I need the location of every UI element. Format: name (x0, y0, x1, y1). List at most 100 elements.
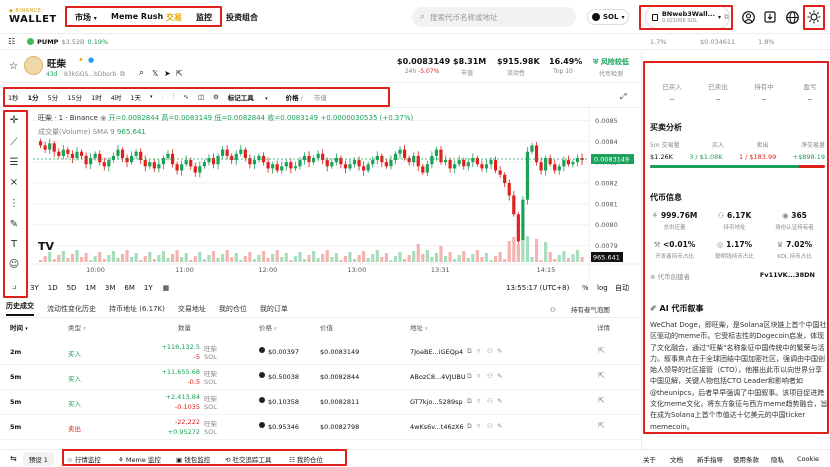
interval-1d[interactable]: 1天 (130, 92, 141, 102)
users-icon[interactable]: ⚇ (487, 372, 493, 380)
tab-trade-history[interactable]: 历史成交 (6, 301, 34, 316)
tab-my-orders[interactable]: 我的订单 (260, 304, 288, 314)
tradingview-logo[interactable]: TV (38, 240, 54, 253)
risk-check[interactable]: ⛨ 风险较低 代币检测 (589, 57, 633, 78)
copy-icon[interactable]: ⧉ (467, 347, 472, 356)
log-toggle[interactable]: log (597, 284, 608, 292)
external-link-icon[interactable]: ⇱ (598, 371, 605, 380)
tab-holders[interactable]: 持币地址 (6.17K) (109, 304, 165, 314)
token-address[interactable]: 83kGGS...bDborb (64, 71, 116, 78)
copy-icon[interactable]: ⧉ (467, 372, 472, 381)
footer-privacy[interactable]: 隐私 (771, 454, 784, 464)
globe-icon[interactable] (784, 9, 800, 25)
edit-icon[interactable]: ✎ (497, 347, 502, 355)
price-mcap-toggle[interactable]: 价格 / 市值 (286, 92, 336, 102)
nav-portfolio[interactable]: 投资组合 (226, 12, 258, 23)
users-icon[interactable]: ⚇ (487, 422, 493, 430)
nav-market[interactable]: 市场 ▾ (75, 12, 97, 23)
external-link-icon[interactable]: ⇱ (598, 396, 605, 405)
settings-icon[interactable]: ⚙ (213, 93, 219, 101)
layout-icon[interactable]: ⇆ (10, 454, 17, 463)
row-address[interactable]: 4wKs6v...t46zX6 (410, 423, 464, 431)
chevron-down-icon[interactable]: ▾ (150, 94, 153, 100)
col-address[interactable]: 地址 ▿ (410, 322, 428, 332)
tab-liquidity-history[interactable]: 流动性变化历史 (47, 304, 96, 314)
fullscreen-icon[interactable]: ⤢ (620, 92, 626, 102)
indicator-icon[interactable]: ∿ (183, 93, 188, 101)
edit-icon[interactable]: ✎ (497, 422, 502, 430)
range-3m[interactable]: 3M (105, 284, 116, 292)
footer-cookie[interactable]: Cookie (797, 455, 819, 463)
range-1y[interactable]: 1Y (144, 284, 153, 292)
tab-traders[interactable]: 交易地址 (178, 304, 206, 314)
users-icon[interactable]: ⚇ (487, 397, 493, 405)
interval-1m[interactable]: 1分 (28, 92, 39, 102)
copy-icon[interactable]: ⧉ (467, 397, 472, 406)
price-toggle[interactable]: 价格 (286, 94, 299, 102)
wallet-selector[interactable]: BNweb3Wall... 0.021006 SOL ▾ ⧉ (645, 5, 730, 29)
text-tool-icon[interactable]: T (6, 236, 22, 252)
copy-icon[interactable]: ⧉ (724, 13, 729, 22)
range-1m[interactable]: 1M (85, 284, 96, 292)
edit-icon[interactable]: ✎ (497, 397, 502, 405)
footer-docs[interactable]: 文档 (670, 454, 683, 464)
footer-market-monitor[interactable]: ☆ 行情监控 (67, 454, 101, 464)
filter-icon[interactable]: ▿ (477, 397, 480, 405)
filter-icon[interactable]: ▿ (477, 372, 480, 380)
footer-guide[interactable]: 新手指导 (697, 454, 723, 464)
range-3y[interactable]: 3Y (30, 284, 39, 292)
search-input[interactable]: ⌕ 搜索代币名称或地址 (412, 7, 576, 27)
table-row[interactable]: 5m 买入 +11,655.68 旺柴 -0.5 SOL $0.50038 $0.008284… (0, 365, 640, 390)
row-address[interactable]: 7JoaBE...iGEQp4 (410, 348, 463, 356)
x-social-icon[interactable]: 𝕏 (152, 69, 158, 78)
nav-trade[interactable]: 交易 (166, 12, 182, 23)
horizontal-lines-icon[interactable]: ☰ (6, 154, 22, 170)
star-icon[interactable]: ☆ (9, 61, 18, 72)
filter-icon[interactable]: ☷ (8, 37, 15, 46)
interval-4h[interactable]: 4时 (111, 92, 122, 102)
col-price[interactable]: 价格 ▿ (259, 322, 277, 332)
footer-meme-monitor[interactable]: ⚘ Meme 监控 (118, 454, 161, 464)
footer-social-tracker[interactable]: ⟲ 社交追踪工具 (225, 454, 272, 464)
footer-my-positions[interactable]: ☷ 我的仓位 (289, 454, 323, 464)
brand-logo[interactable]: ◆ BINANCE WALLET (9, 8, 57, 25)
table-row[interactable]: 2m 买入 +116,132.5 旺柴 -5 SOL $0.00397 $0.0083149 7… (0, 340, 640, 365)
creator-address[interactable]: Fv11VK...38DN (760, 271, 815, 279)
interval-1h[interactable]: 1时 (91, 92, 102, 102)
row-address[interactable]: ABozC8...4VJUBU (410, 373, 466, 381)
footer-about[interactable]: 关于 (643, 454, 656, 464)
user-icon[interactable] (740, 9, 756, 25)
fib-icon[interactable]: ⋮ (6, 195, 22, 211)
theme-toggle-icon[interactable] (806, 9, 822, 25)
ruler-icon[interactable]: ⟓ (6, 278, 22, 294)
filter-icon[interactable]: ▿ (477, 422, 480, 430)
edit-icon[interactable]: ✎ (497, 372, 502, 380)
screenshot-icon[interactable]: ◫ (198, 93, 204, 101)
footer-terms[interactable]: 使用条款 (733, 454, 759, 464)
brush-icon[interactable]: ✎ (6, 216, 22, 232)
interval-5m[interactable]: 5分 (48, 92, 59, 102)
users-icon[interactable]: ⚇ (487, 347, 493, 355)
telegram-icon[interactable]: ➤ (164, 69, 171, 78)
emoji-icon[interactable]: ☺ (6, 256, 22, 272)
nav-meme-rush[interactable]: Meme Rush (111, 12, 163, 21)
range-6m[interactable]: 6M (124, 284, 135, 292)
download-icon[interactable] (762, 9, 778, 25)
interval-1s[interactable]: 1秒 (8, 92, 19, 102)
bubble-map-link[interactable]: ⚇ 持有者气泡图 (550, 304, 623, 314)
pattern-icon[interactable]: ⨯ (6, 174, 22, 190)
footer-wallet-monitor[interactable]: ▣ 钱包监控 (176, 454, 210, 464)
col-time[interactable]: 时间 ▾ (10, 322, 28, 332)
crosshair-icon[interactable]: ✛ (6, 112, 22, 128)
calendar-icon[interactable]: ▦ (163, 284, 170, 292)
filter-icon[interactable]: ▿ (477, 347, 480, 355)
copy-icon[interactable]: ⧉ (120, 70, 125, 79)
ticker-token[interactable]: PUMP (37, 38, 58, 46)
copy-icon[interactable]: ⧉ (467, 422, 472, 431)
candle-type-icon[interactable]: ⫶ (173, 92, 175, 101)
table-row[interactable]: 5m 买入 +2,413.84 旺柴 -0.1035 SOL $0.10358 $0.0082… (0, 390, 640, 415)
nav-monitor[interactable]: 监控 (196, 12, 212, 23)
creator-row[interactable]: ⊚ 代币创建者 Fv11VK...38DN (650, 271, 825, 281)
tab-my-positions[interactable]: 我的仓位 (219, 304, 247, 314)
trendline-icon[interactable]: ⟋ (6, 134, 22, 150)
